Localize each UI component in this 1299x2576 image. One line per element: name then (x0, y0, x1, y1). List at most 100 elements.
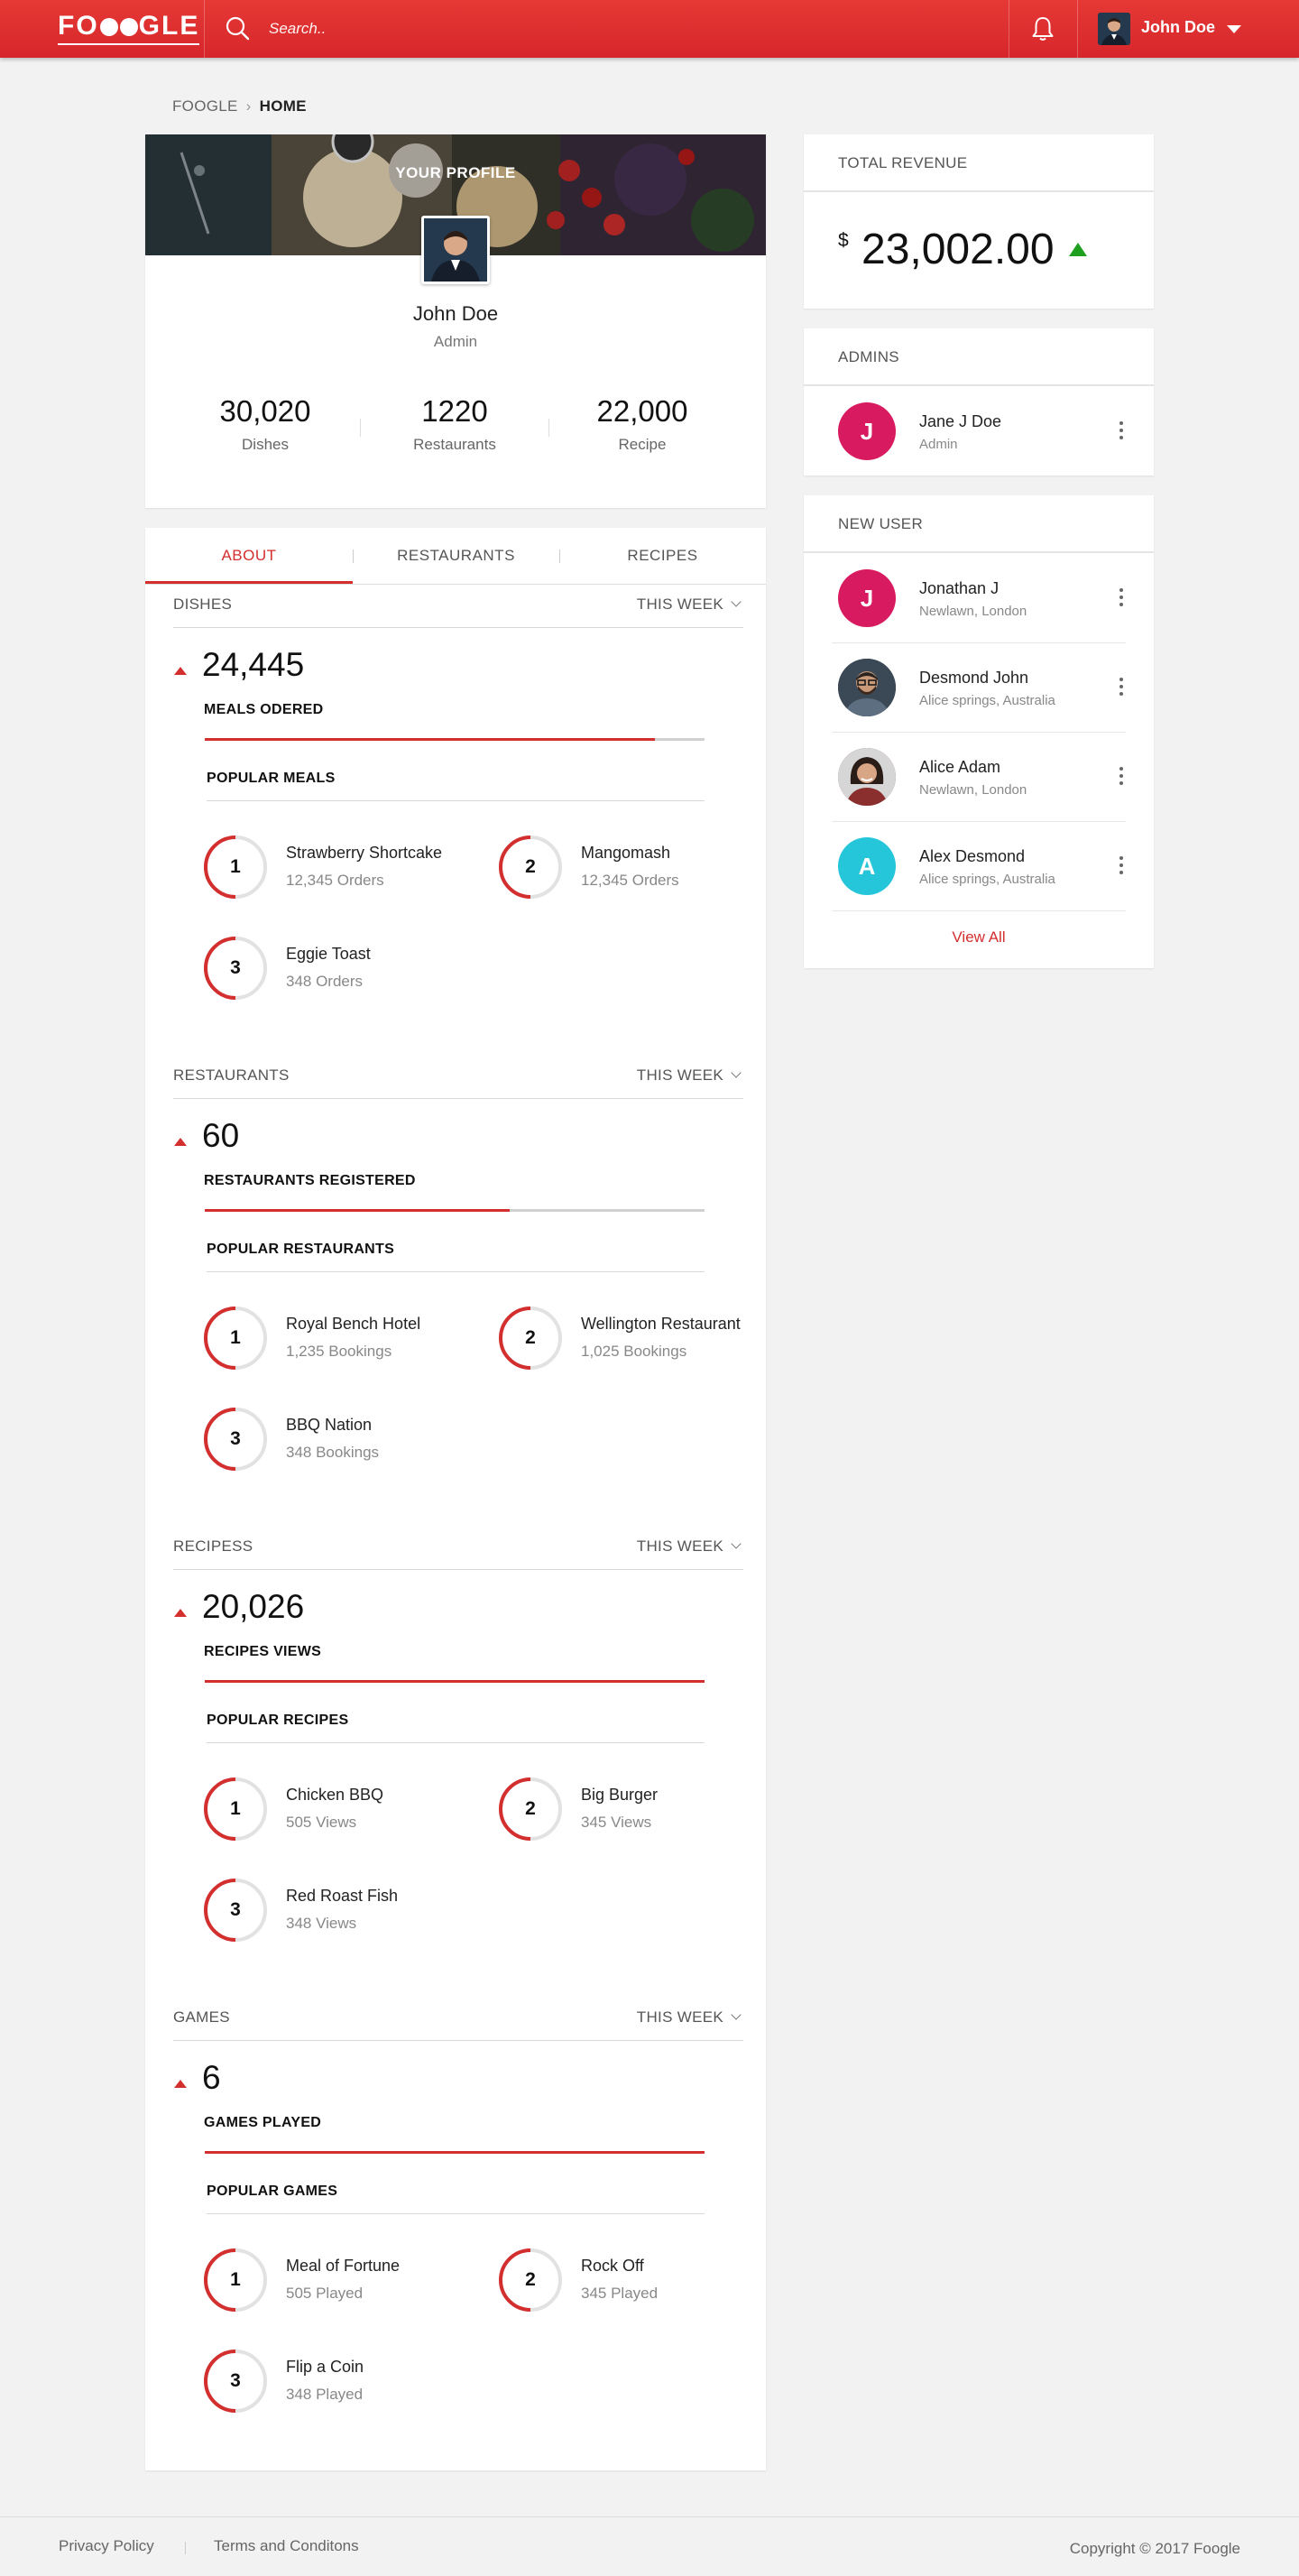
range-label: THIS WEEK (636, 596, 723, 613)
rank-number: 3 (230, 957, 241, 978)
more-vert-icon[interactable] (1119, 856, 1124, 878)
stat-recipe: 22,000 Recipe (561, 394, 723, 454)
person-location: Alice springs, Australia (919, 693, 1055, 708)
more-vert-icon[interactable] (1119, 678, 1124, 699)
chevron-down-icon (731, 1538, 742, 1549)
user-item[interactable]: J Jonathan J Newlawn, London (832, 553, 1126, 642)
stat-dishes: 30,020 Dishes (184, 394, 346, 454)
trend-up-icon (174, 2080, 187, 2088)
new-user-title: NEW USER (804, 495, 1154, 553)
trend-up-icon (174, 667, 187, 675)
more-vert-icon[interactable] (1119, 421, 1124, 443)
metric-value: 6 (202, 2059, 221, 2096)
breadcrumb-root[interactable]: FOOGLE (172, 97, 238, 115)
search-input[interactable] (269, 14, 630, 43)
admin-item[interactable]: J Jane J Doe Admin (832, 386, 1126, 475)
rank-number: 3 (230, 1899, 241, 1920)
bell-icon[interactable] (1029, 15, 1056, 42)
user-item[interactable]: Alice Adam Newlawn, London (832, 732, 1126, 821)
user-name[interactable]: John Doe (1141, 18, 1215, 37)
item-name: Big Burger (581, 1786, 659, 1804)
privacy-policy-link[interactable]: Privacy Policy (59, 2537, 154, 2555)
popular-item[interactable]: 3 Flip a Coin 348 Played (203, 2349, 492, 2417)
profile-card: YOUR PROFILE John Doe Admin 30,020 Dishe… (145, 134, 766, 508)
section-title: DISHES (173, 596, 233, 613)
section-title: RESTAURANTS (173, 1066, 290, 1084)
item-count: 505 Played (286, 2285, 364, 2302)
metric-label: RESTAURANTS REGISTERED (204, 1173, 416, 1188)
metric-label: GAMES PLAYED (204, 2115, 322, 2130)
progress-fill (205, 1209, 510, 1212)
item-count: 348 Views (286, 1915, 357, 1932)
range-dropdown[interactable]: THIS WEEK (637, 1537, 742, 1556)
range-dropdown[interactable]: THIS WEEK (637, 2008, 742, 2027)
item-name: Eggie Toast (286, 945, 371, 963)
popular-item[interactable]: 1 Strawberry Shortcake 12,345 Orders (203, 835, 492, 903)
popular-item[interactable]: 2 Wellington Restaurant 1,025 Bookings (498, 1306, 787, 1374)
popular-title: POPULAR RECIPES (207, 1705, 705, 1743)
stat-label: Dishes (242, 436, 289, 453)
item-count: 12,345 Orders (581, 872, 679, 889)
rank-number: 1 (230, 2269, 241, 2290)
trend-up-icon (174, 1609, 187, 1617)
section-header: RECIPESS THIS WEEK (173, 1527, 743, 1570)
item-count: 348 Orders (286, 973, 364, 990)
caret-down-icon[interactable] (1227, 25, 1241, 33)
item-count: 505 Views (286, 1814, 357, 1831)
popular-item[interactable]: 2 Big Burger 345 Views (498, 1777, 787, 1845)
person-location: Newlawn, London (919, 782, 1027, 798)
about-card: ABOUT RESTAURANTS RECIPES DISHES THIS WEE… (145, 528, 766, 2470)
tab-restaurants[interactable]: RESTAURANTS (353, 528, 559, 584)
top-bar: FOGLE John Doe (0, 0, 1299, 58)
item-count: 348 Played (286, 2386, 364, 2403)
popular-item[interactable]: 2 Rock Off 345 Played (498, 2248, 787, 2316)
tab-recipes[interactable]: RECIPES (559, 528, 766, 584)
item-name: Strawberry Shortcake (286, 844, 443, 862)
rank-number: 1 (230, 1798, 241, 1819)
item-count: 345 Played (581, 2285, 659, 2302)
stat-value: 22,000 (596, 394, 688, 428)
popular-item[interactable]: 3 BBQ Nation 348 Bookings (203, 1407, 492, 1475)
chevron-down-icon (731, 596, 742, 607)
popular-item[interactable]: 1 Royal Bench Hotel 1,235 Bookings (203, 1306, 492, 1374)
cover-title: YOUR PROFILE (395, 164, 516, 181)
rank-number: 1 (230, 1327, 241, 1348)
tab-about[interactable]: ABOUT (145, 528, 353, 584)
logo[interactable]: FO GLE (58, 13, 200, 45)
more-vert-icon[interactable] (1119, 588, 1124, 610)
section-title: GAMES (173, 2008, 230, 2026)
range-label: THIS WEEK (636, 1066, 723, 1084)
popular-title: POPULAR RESTAURANTS (207, 1234, 705, 1272)
revenue-value: 23,002.00 (861, 226, 1055, 273)
item-count: 348 Bookings (286, 1444, 380, 1461)
stat-label: Recipe (618, 436, 667, 453)
profile-photo[interactable] (421, 216, 490, 284)
progress-bar (205, 1680, 705, 1683)
metric-value: 60 (202, 1117, 240, 1154)
person-name: Alice Adam (919, 758, 1001, 776)
popular-item[interactable]: 3 Eggie Toast 348 Orders (203, 936, 492, 1004)
popular-item[interactable]: 3 Red Roast Fish 348 Views (203, 1878, 492, 1946)
person-location: Alice springs, Australia (919, 872, 1055, 887)
range-dropdown[interactable]: THIS WEEK (636, 1066, 742, 1085)
rank-number: 2 (525, 2269, 536, 2290)
user-item[interactable]: Desmond John Alice springs, Australia (832, 642, 1126, 732)
terms-link[interactable]: Terms and Conditons (214, 2537, 359, 2555)
view-all-link[interactable]: View All (804, 928, 1154, 946)
search-icon[interactable] (226, 16, 251, 42)
section-header: DISHES THIS WEEK (173, 585, 743, 628)
rank-number: 2 (525, 856, 536, 877)
rank-number: 3 (230, 1428, 241, 1449)
popular-item[interactable]: 2 Mangomash 12,345 Orders (498, 835, 787, 903)
stat-restaurants: 1220 Restaurants (373, 394, 536, 454)
admins-card: ADMINS J Jane J Doe Admin (804, 328, 1154, 475)
metric-value: 24,445 (202, 646, 305, 683)
user-item[interactable]: A Alex Desmond Alice springs, Australia (832, 821, 1126, 910)
header-divider (204, 0, 205, 58)
popular-item[interactable]: 1 Meal of Fortune 505 Played (203, 2248, 492, 2316)
admins-title: ADMINS (804, 328, 1154, 386)
popular-item[interactable]: 1 Chicken BBQ 505 Views (203, 1777, 492, 1845)
range-dropdown[interactable]: THIS WEEK (636, 596, 742, 614)
more-vert-icon[interactable] (1119, 767, 1124, 789)
user-avatar[interactable] (1098, 13, 1130, 45)
